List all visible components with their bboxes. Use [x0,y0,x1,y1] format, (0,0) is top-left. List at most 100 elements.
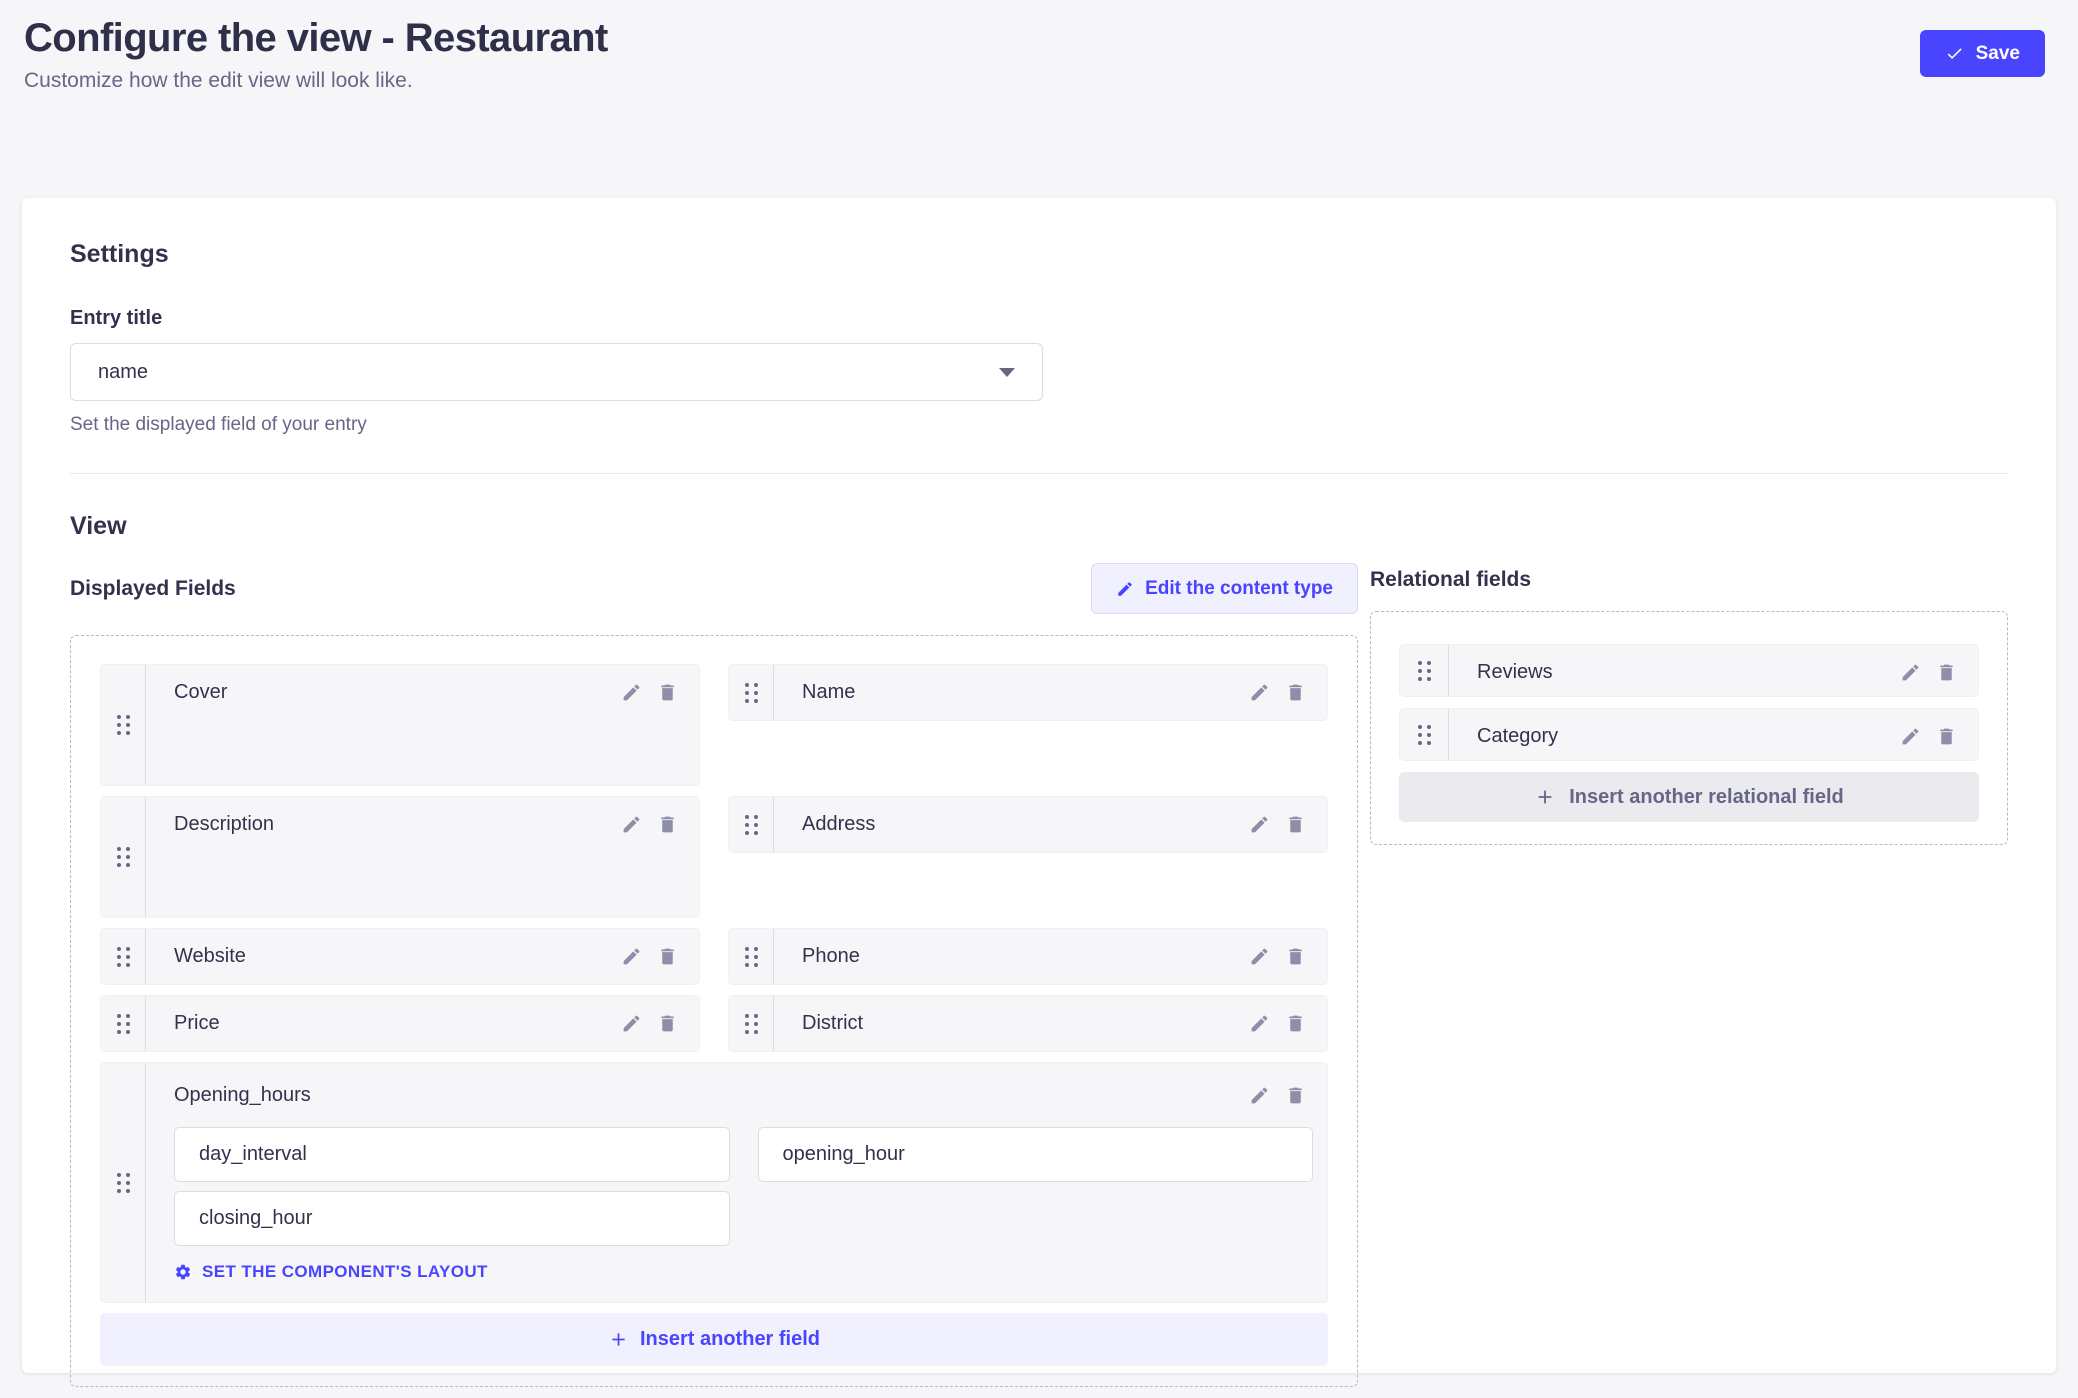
trash-icon [657,682,678,703]
delete-field-button[interactable] [1277,807,1313,843]
page-header-text: Configure the view - Restaurant Customiz… [24,16,608,93]
pencil-icon [621,814,642,835]
drag-handle-icon [117,1173,130,1193]
insert-another-field-label: Insert another field [640,1328,820,1351]
settings-heading: Settings [70,240,2008,269]
component-subfield-opening-hour[interactable]: opening_hour [758,1127,1314,1182]
drag-handle[interactable] [1400,709,1449,760]
insert-another-field-button[interactable]: Insert another field [100,1313,1328,1366]
edit-field-button[interactable] [613,1006,649,1042]
pencil-icon [1249,682,1270,703]
relational-field-label: Reviews [1477,661,1892,684]
relational-fields-column: Relational fields Reviews [1370,563,2008,1387]
edit-field-button[interactable] [1241,1006,1277,1042]
drag-handle-icon [745,815,758,835]
drag-handle[interactable] [729,929,774,984]
field-card-phone: Phone [728,928,1328,985]
drag-handle-icon [117,715,130,735]
edit-field-button[interactable] [613,807,649,843]
field-label: Phone [802,945,1241,968]
drag-handle[interactable] [729,996,774,1051]
insert-relational-field-label: Insert another relational field [1569,786,1844,809]
field-card-description: Description [100,796,700,918]
trash-icon [657,1013,678,1034]
drag-handle[interactable] [1400,645,1449,696]
relational-card-reviews: Reviews [1399,644,1979,697]
save-button-label: Save [1976,43,2020,65]
drag-handle[interactable] [729,797,774,852]
drag-handle-icon [117,847,130,867]
edit-field-button[interactable] [1241,807,1277,843]
gear-icon [174,1263,192,1281]
page-title: Configure the view - Restaurant [24,16,608,61]
drag-handle[interactable] [729,665,774,720]
field-label: Address [802,813,1241,836]
edit-field-button[interactable] [1892,719,1928,755]
edit-field-button[interactable] [1892,655,1928,691]
trash-icon [1285,682,1306,703]
relational-field-label: Category [1477,725,1892,748]
insert-relational-field-button[interactable]: Insert another relational field [1399,772,1979,822]
view-heading: View [70,512,2008,541]
delete-field-button[interactable] [1277,675,1313,711]
delete-field-button[interactable] [649,1006,685,1042]
drag-handle-icon [117,947,130,967]
set-component-layout-label: SET THE COMPONENT'S LAYOUT [202,1262,488,1282]
displayed-fields-dropzone: Cover Name [70,635,1358,1387]
drag-handle[interactable] [101,797,146,917]
delete-field-button[interactable] [1277,939,1313,975]
field-card-district: District [728,995,1328,1052]
field-label: Website [174,945,613,968]
field-card-price: Price [100,995,700,1052]
drag-handle-icon [745,683,758,703]
delete-field-button[interactable] [649,675,685,711]
relational-card-category: Category [1399,708,1979,761]
chevron-down-icon [999,368,1015,377]
entry-title-label: Entry title [70,307,2008,330]
trash-icon [1285,1013,1306,1034]
pencil-icon [1249,1013,1270,1034]
trash-icon [1285,814,1306,835]
trash-icon [1936,662,1957,683]
field-label: Name [802,681,1241,704]
section-divider [70,473,2008,474]
drag-handle[interactable] [101,996,146,1051]
entry-title-value: name [98,361,148,384]
drag-handle-icon [745,947,758,967]
field-label: Cover [174,681,613,704]
entry-title-select[interactable]: name [70,343,1043,401]
page-header: Configure the view - Restaurant Customiz… [0,0,2078,198]
delete-field-button[interactable] [649,807,685,843]
delete-field-button[interactable] [1277,1077,1313,1113]
config-card: Settings Entry title name Set the displa… [22,198,2056,1373]
edit-field-button[interactable] [1241,1077,1277,1113]
edit-field-button[interactable] [613,939,649,975]
trash-icon [1936,726,1957,747]
displayed-fields-heading: Displayed Fields [70,577,236,601]
drag-handle[interactable] [101,929,146,984]
component-subfield-closing-hour[interactable]: closing_hour [174,1191,730,1246]
drag-handle[interactable] [101,665,146,785]
edit-content-type-button[interactable]: Edit the content type [1091,563,1358,614]
edit-field-button[interactable] [1241,939,1277,975]
edit-field-button[interactable] [1241,675,1277,711]
delete-field-button[interactable] [1928,655,1964,691]
entry-title-hint: Set the displayed field of your entry [70,414,2008,436]
delete-field-button[interactable] [1277,1006,1313,1042]
edit-field-button[interactable] [613,675,649,711]
pencil-icon [621,1013,642,1034]
set-component-layout-button[interactable]: SET THE COMPONENT'S LAYOUT [174,1262,488,1282]
displayed-fields-column: Displayed Fields Edit the content type [70,563,1358,1387]
settings-section: Settings Entry title name Set the displa… [70,240,2008,436]
trash-icon [657,946,678,967]
edit-content-type-label: Edit the content type [1145,578,1333,600]
delete-field-button[interactable] [649,939,685,975]
trash-icon [657,814,678,835]
trash-icon [1285,1085,1306,1106]
drag-handle[interactable] [101,1063,146,1302]
drag-handle-icon [745,1014,758,1034]
component-subfield-day-interval[interactable]: day_interval [174,1127,730,1182]
save-button[interactable]: Save [1920,30,2045,77]
field-label: Description [174,813,613,836]
delete-field-button[interactable] [1928,719,1964,755]
